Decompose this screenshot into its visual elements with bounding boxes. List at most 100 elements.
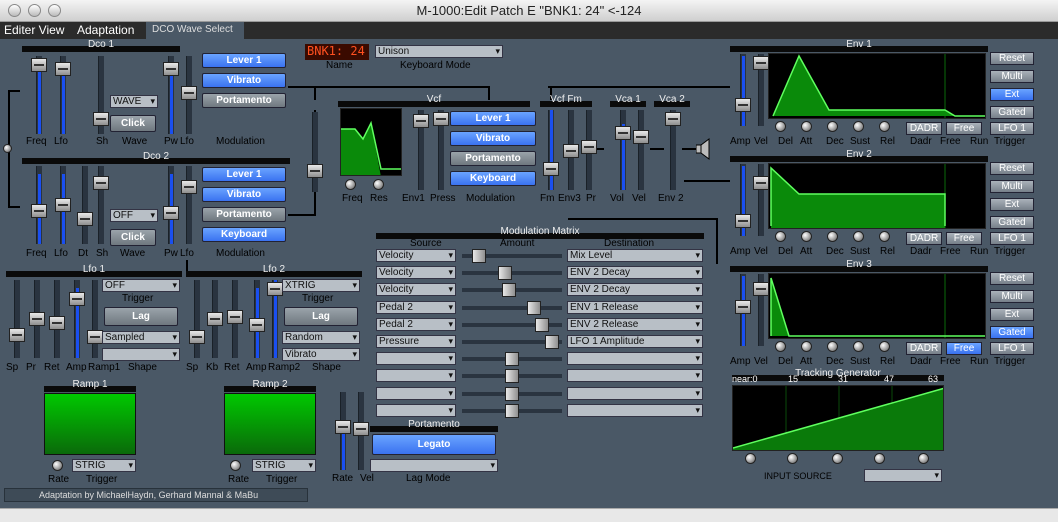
vcf-vibrato-button[interactable]: Vibrato xyxy=(450,131,536,146)
matrix-amount-slider[interactable] xyxy=(462,300,562,315)
env3-ext-button[interactable]: Ext xyxy=(990,308,1034,321)
matrix-destination-select[interactable] xyxy=(567,386,703,400)
env2-sust-knob[interactable] xyxy=(853,231,864,242)
env1-trigger-select[interactable]: LFO 1 xyxy=(990,122,1034,135)
env3-rel-knob[interactable] xyxy=(879,341,890,352)
lfo2-sp-slider[interactable] xyxy=(189,280,205,358)
matrix-amount-slider[interactable] xyxy=(462,352,562,367)
matrix-source-select[interactable]: Velocity xyxy=(376,249,456,262)
matrix-amount-slider[interactable] xyxy=(462,283,562,298)
dco2-dt-slider[interactable] xyxy=(77,166,93,244)
close-window-button[interactable] xyxy=(8,4,21,17)
env3-trigger-select[interactable]: LFO 1 xyxy=(990,342,1034,355)
env1-ext-button[interactable]: Ext xyxy=(990,88,1034,101)
minimize-window-button[interactable] xyxy=(28,4,41,17)
lfo1-shape2-select[interactable] xyxy=(102,348,180,361)
vcf-portamento-button[interactable]: Portamento xyxy=(450,151,536,166)
dco2-lever1-button[interactable]: Lever 1 xyxy=(202,167,286,182)
env2-dadr-button[interactable]: DADR xyxy=(906,232,942,245)
dco1-lever1-button[interactable]: Lever 1 xyxy=(202,53,286,68)
matrix-source-select[interactable] xyxy=(376,352,456,366)
matrix-amount-slider[interactable] xyxy=(462,266,562,281)
dco2-mod-lfo-slider[interactable] xyxy=(181,166,197,244)
lfo1-ramp-slider[interactable] xyxy=(87,280,103,358)
dco1-lfo-slider[interactable] xyxy=(55,56,71,134)
lfo2-lag-button[interactable]: Lag xyxy=(284,307,358,326)
dco2-vibrato-button[interactable]: Vibrato xyxy=(202,187,286,202)
env1-dec-knob[interactable] xyxy=(827,121,838,132)
tracking-knob-3[interactable] xyxy=(832,453,843,464)
tracking-knob-2[interactable] xyxy=(787,453,798,464)
matrix-destination-select[interactable] xyxy=(567,352,703,366)
env2-rel-knob[interactable] xyxy=(879,231,890,242)
env3-sust-knob[interactable] xyxy=(853,341,864,352)
patch-name-display[interactable]: BNK1: 24 xyxy=(305,44,369,60)
env3-att-knob[interactable] xyxy=(801,341,812,352)
matrix-source-select[interactable]: Velocity xyxy=(376,266,456,280)
legato-button[interactable]: Legato xyxy=(372,434,496,455)
ramp2-trigger-select[interactable]: STRIG xyxy=(252,459,316,472)
env2-free-button[interactable]: Free xyxy=(946,232,982,245)
matrix-amount-slider[interactable] xyxy=(462,386,562,401)
matrix-destination-select[interactable] xyxy=(567,403,703,417)
tracking-input-source-select[interactable] xyxy=(864,469,942,482)
matrix-source-select[interactable] xyxy=(376,369,456,383)
env2-trigger-select[interactable]: LFO 1 xyxy=(990,232,1034,245)
env1-reset-button[interactable]: Reset xyxy=(990,52,1034,65)
matrix-amount-slider[interactable] xyxy=(462,335,562,349)
menu-editor-view[interactable]: Editer View xyxy=(4,22,64,38)
env3-del-knob[interactable] xyxy=(775,341,786,352)
env3-vel-slider[interactable] xyxy=(753,274,769,346)
lfo1-sp-slider[interactable] xyxy=(9,280,25,358)
tracking-knob-5[interactable] xyxy=(918,453,929,464)
env1-vel-slider[interactable] xyxy=(753,54,769,126)
env3-multi-button[interactable]: Multi xyxy=(990,290,1034,303)
lfo2-shape2-select[interactable]: Vibrato xyxy=(282,348,360,361)
env1-free-button[interactable]: Free xyxy=(946,122,982,135)
env1-amp-slider[interactable] xyxy=(735,54,751,126)
env2-dec-knob[interactable] xyxy=(827,231,838,242)
lfo2-trigger-select[interactable]: XTRIG xyxy=(282,279,360,292)
lfo1-ret-slider[interactable] xyxy=(49,280,65,358)
dco2-wave-select[interactable]: OFF xyxy=(110,209,158,222)
env2-multi-button[interactable]: Multi xyxy=(990,180,1034,193)
zoom-window-button[interactable] xyxy=(48,4,61,17)
portamento-lag-mode-select[interactable] xyxy=(370,459,498,472)
vcf-press-slider[interactable] xyxy=(433,110,449,190)
matrix-destination-select[interactable]: LFO 1 Amplitude xyxy=(567,335,703,348)
matrix-source-select[interactable] xyxy=(376,386,456,400)
menu-dco-wave-select[interactable]: DCO Wave Select xyxy=(146,22,244,39)
matrix-amount-thumb[interactable] xyxy=(527,300,541,315)
vcf-keyboard-button[interactable]: Keyboard xyxy=(450,171,536,186)
matrix-destination-select[interactable] xyxy=(567,369,703,383)
matrix-source-select[interactable]: Pressure xyxy=(376,335,456,348)
keyboard-mode-select[interactable]: Unison xyxy=(375,45,503,58)
env1-del-knob[interactable] xyxy=(775,121,786,132)
matrix-amount-slider[interactable] xyxy=(462,369,562,384)
env3-gated-button[interactable]: Gated xyxy=(990,326,1034,339)
dco1-wave-select[interactable]: WAVE xyxy=(110,95,158,108)
matrix-amount-slider[interactable] xyxy=(462,317,562,332)
dco1-mod-lfo-slider[interactable] xyxy=(181,56,197,134)
vcf-freq-knob[interactable] xyxy=(345,179,356,190)
matrix-destination-select[interactable]: Mix Level xyxy=(567,249,703,262)
lfo1-trigger-select[interactable]: OFF xyxy=(102,279,180,292)
lfo1-lag-button[interactable]: Lag xyxy=(104,307,178,326)
lfo2-ret-slider[interactable] xyxy=(227,280,243,358)
vca-env2-slider[interactable] xyxy=(665,110,681,190)
env3-dadr-button[interactable]: DADR xyxy=(906,342,942,355)
dco2-click-button[interactable]: Click xyxy=(110,229,156,246)
matrix-amount-thumb[interactable] xyxy=(545,335,559,349)
env2-vel-slider[interactable] xyxy=(753,164,769,236)
matrix-destination-select[interactable]: ENV 2 Decay xyxy=(567,266,703,280)
matrix-amount-thumb[interactable] xyxy=(535,317,549,332)
vcf-env3-slider[interactable] xyxy=(563,110,579,190)
tracking-knob-4[interactable] xyxy=(874,453,885,464)
env1-dadr-button[interactable]: DADR xyxy=(906,122,942,135)
matrix-amount-thumb[interactable] xyxy=(505,386,519,401)
env1-rel-knob[interactable] xyxy=(879,121,890,132)
matrix-amount-thumb[interactable] xyxy=(498,266,512,281)
vca-vel-slider[interactable] xyxy=(633,110,649,190)
lfo2-shape-select[interactable]: Random xyxy=(282,331,360,344)
matrix-destination-select[interactable]: ENV 1 Release xyxy=(567,300,703,314)
